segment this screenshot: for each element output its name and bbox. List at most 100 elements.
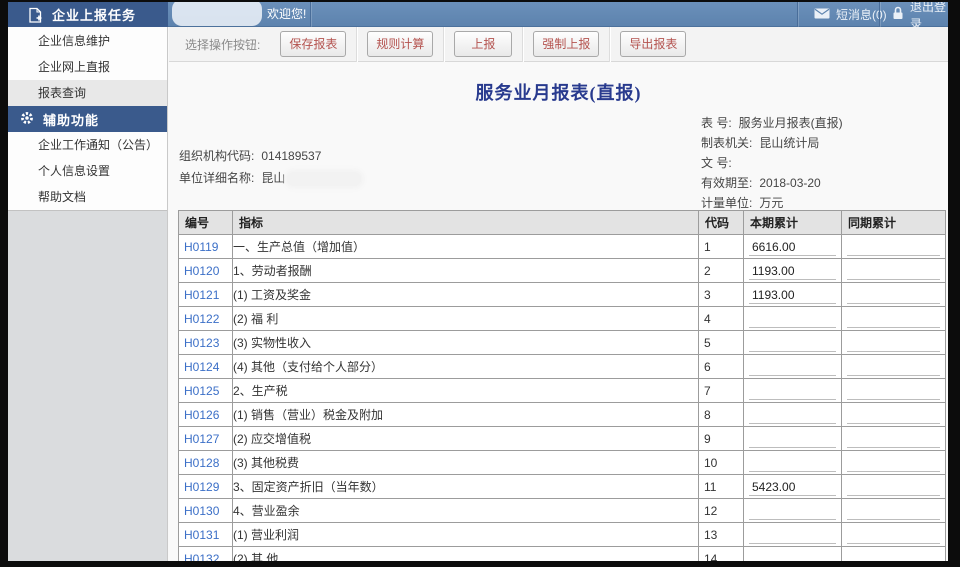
current-period-input[interactable] [749,384,836,400]
toolbar-label: 选择操作按钮: [185,36,260,53]
same-period-input[interactable] [847,480,940,496]
table-row: H01304、营业盈余12 [179,499,946,523]
meta-label: 有效期至: [701,176,752,190]
row-id-link[interactable]: H0125 [179,379,233,403]
column-header: 指标 [233,211,699,235]
sidebar-item[interactable]: 企业工作通知（公告） [8,132,167,158]
sidebar-item[interactable]: 企业网上直报 [8,54,167,80]
row-id-link[interactable]: H0131 [179,523,233,547]
same-period-input[interactable] [847,432,940,448]
table-row: H0126(1) 销售（营业）税金及附加8 [179,403,946,427]
sidebar-section-label: 辅助功能 [43,110,99,129]
current-period-cell [744,451,842,475]
column-header: 同期累计 [842,211,946,235]
meta-label: 制表机关: [701,136,752,150]
sidebar-menu: 企业信息维护企业网上直报报表查询辅助功能企业工作通知（公告）个人信息设置帮助文档 [8,27,167,210]
indicator-cell: (4) 其他（支付给个人部分） [233,355,699,379]
table-row: H01252、生产税7 [179,379,946,403]
same-period-input[interactable] [847,288,940,304]
same-period-input[interactable] [847,552,940,561]
file-plus-icon [28,7,43,23]
row-id-link[interactable]: H0130 [179,499,233,523]
toolbar-button[interactable]: 保存报表 [280,31,346,57]
row-id-link[interactable]: H0123 [179,331,233,355]
same-period-input[interactable] [847,264,940,280]
row-id-link[interactable]: H0122 [179,307,233,331]
unit-name-label: 单位详细名称: [179,171,254,185]
row-id-link[interactable]: H0129 [179,475,233,499]
topbar-divider [310,2,311,27]
org-code-line: 组织机构代码:014189537 [179,145,361,167]
meta-value: 2018-03-20 [759,176,820,190]
indicator-cell: 一、生产总值（增加值） [233,235,699,259]
current-period-cell [744,475,842,499]
code-cell: 3 [699,283,744,307]
row-id-link[interactable]: H0132 [179,547,233,562]
sidebar-item[interactable]: 个人信息设置 [8,158,167,184]
current-period-input[interactable] [749,552,836,561]
current-period-input[interactable] [749,360,836,376]
same-period-cell [842,259,946,283]
current-period-input[interactable] [749,504,836,520]
row-id-link[interactable]: H0120 [179,259,233,283]
sidebar-item[interactable]: 帮助文档 [8,184,167,210]
row-id-link[interactable]: H0127 [179,427,233,451]
current-period-input[interactable] [749,408,836,424]
report-title: 服务业月报表(直报) [169,79,948,105]
meta-line: 制表机关:昆山统计局 [701,133,843,153]
table-row: H0124(4) 其他（支付给个人部分）6 [179,355,946,379]
same-period-cell [842,427,946,451]
code-cell: 2 [699,259,744,283]
sidebar-filler [8,210,167,561]
report-meta-right: 表 号:服务业月报表(直报)制表机关:昆山统计局文 号:有效期至:2018-03… [701,113,843,213]
same-period-input[interactable] [847,312,940,328]
logout-button[interactable]: 退出登录 [892,2,948,27]
current-period-input[interactable] [749,264,836,280]
row-id-link[interactable]: H0121 [179,283,233,307]
messages-button[interactable]: 短消息(0) [814,2,887,27]
sidebar-item[interactable]: 企业信息维护 [8,28,167,54]
redacted-user-name [172,2,262,26]
table-row: H0131(1) 营业利润13 [179,523,946,547]
code-cell: 13 [699,523,744,547]
same-period-input[interactable] [847,240,940,256]
same-period-cell [842,403,946,427]
same-period-input[interactable] [847,456,940,472]
meta-line: 文 号: [701,153,843,173]
same-period-cell [842,355,946,379]
unit-name-value: 昆山 [261,171,285,185]
same-period-input[interactable] [847,504,940,520]
current-period-cell [744,259,842,283]
toolbar-button[interactable]: 上报 [454,31,512,57]
same-period-cell [842,451,946,475]
same-period-input[interactable] [847,384,940,400]
row-id-link[interactable]: H0119 [179,235,233,259]
row-id-link[interactable]: H0126 [179,403,233,427]
sidebar-item[interactable]: 报表查询 [8,80,167,106]
same-period-input[interactable] [847,408,940,424]
same-period-input[interactable] [847,360,940,376]
current-period-input[interactable] [749,432,836,448]
indicator-cell: (1) 营业利润 [233,523,699,547]
indicator-cell: (1) 销售（营业）税金及附加 [233,403,699,427]
current-period-input[interactable] [749,456,836,472]
current-period-input[interactable] [749,240,836,256]
row-id-link[interactable]: H0128 [179,451,233,475]
toolbar-button[interactable]: 规则计算 [367,31,433,57]
indicator-cell: 4、营业盈余 [233,499,699,523]
current-period-input[interactable] [749,480,836,496]
current-period-input[interactable] [749,528,836,544]
toolbar-button[interactable]: 强制上报 [533,31,599,57]
row-id-link[interactable]: H0124 [179,355,233,379]
toolbar-button[interactable]: 导出报表 [620,31,686,57]
code-cell: 10 [699,451,744,475]
current-period-input[interactable] [749,336,836,352]
current-period-input[interactable] [749,312,836,328]
meta-value: 服务业月报表(直报) [739,116,843,130]
same-period-cell [842,475,946,499]
meta-label: 文 号: [701,156,732,170]
indicator-cell: (2) 其 他 [233,547,699,562]
current-period-input[interactable] [749,288,836,304]
same-period-input[interactable] [847,528,940,544]
same-period-input[interactable] [847,336,940,352]
